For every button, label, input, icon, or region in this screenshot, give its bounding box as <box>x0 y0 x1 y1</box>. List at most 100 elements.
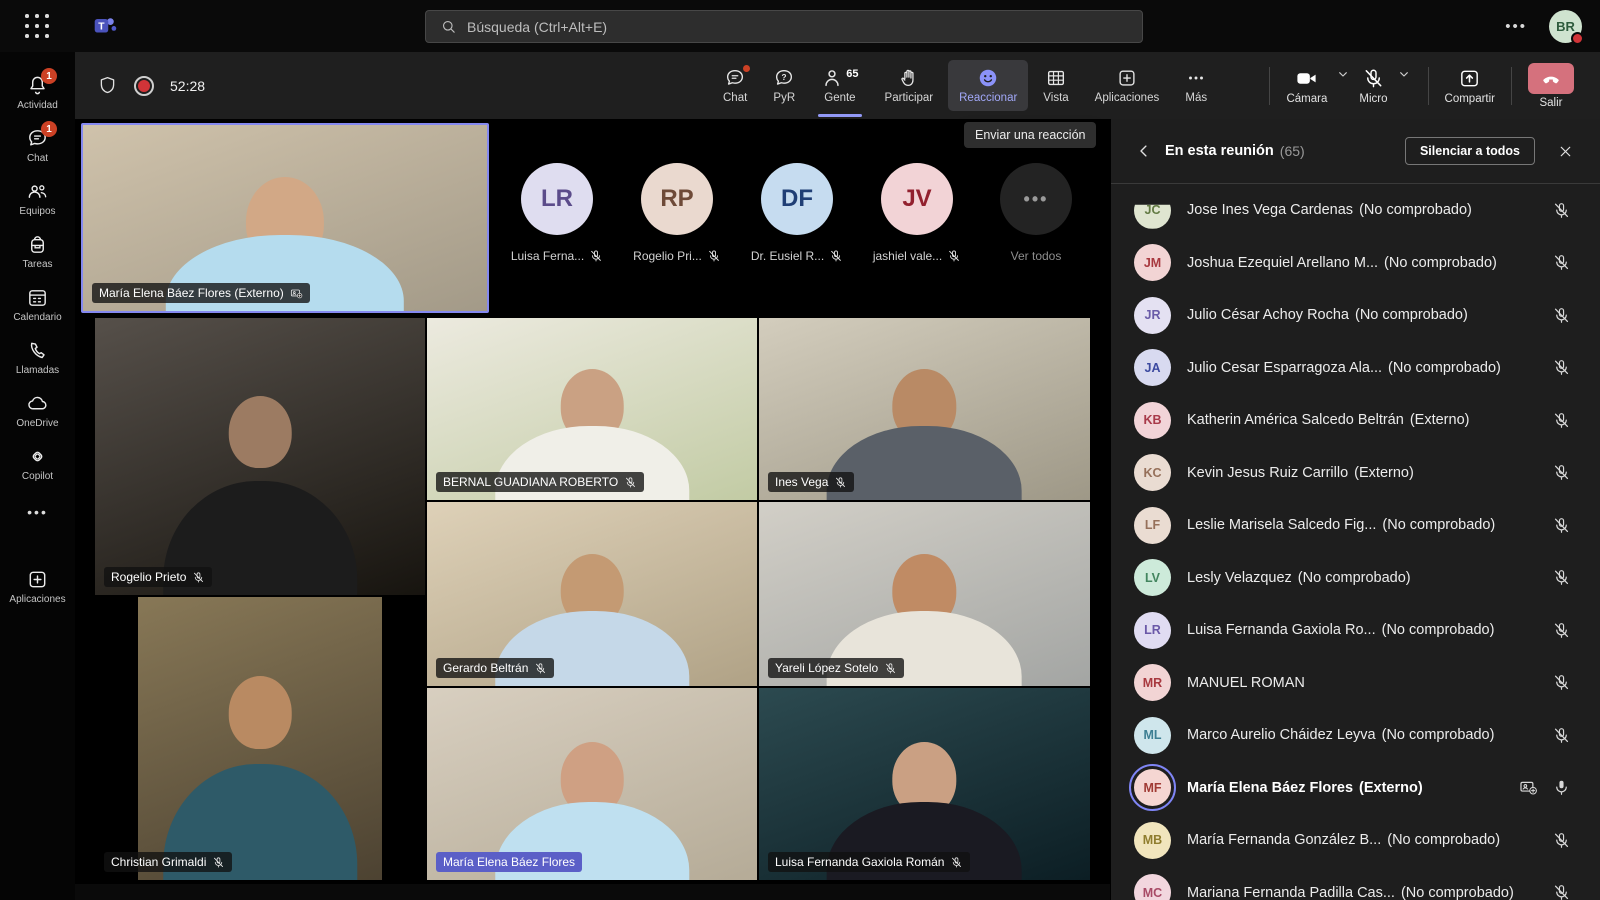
search-icon <box>440 18 457 35</box>
video-tile[interactable]: María Elena Báez Flores <box>427 688 757 880</box>
participant-row[interactable]: KB Katherin América Salcedo Beltrán (Ext… <box>1111 394 1600 447</box>
share-button[interactable]: Compartir <box>1445 67 1495 105</box>
video-tile[interactable]: BERNAL GUADIANA ROBERTO <box>427 318 757 500</box>
participant-avatar: DF <box>761 163 833 235</box>
participant-name: María Elena Báez Flores <box>1187 780 1353 796</box>
recording-indicator-icon[interactable] <box>134 76 154 96</box>
participant-row[interactable]: JM Joshua Ezequiel Arellano M... (No com… <box>1111 237 1600 290</box>
overflow-participant[interactable]: RP Rogelio Pri... <box>641 163 713 263</box>
search-input[interactable]: Búsqueda (Ctrl+Alt+E) <box>425 10 1143 43</box>
participant-name: jashiel vale... <box>873 249 961 263</box>
mute-all-button[interactable]: Silenciar a todos <box>1405 137 1535 165</box>
participant-row[interactable]: MC Mariana Fernanda Padilla Cas... (No c… <box>1111 867 1600 900</box>
participant-name: MANUEL ROMAN <box>1187 675 1305 691</box>
mic-muted-icon <box>829 249 843 263</box>
toolbar-tab-reaccionar[interactable]: Reaccionar <box>948 60 1028 111</box>
video-tile[interactable]: Christian Grimaldi <box>95 597 425 880</box>
toolbar-tab-mas[interactable]: Más <box>1172 52 1220 119</box>
participant-row[interactable]: LF Leslie Marisela Salcedo Fig... (No co… <box>1111 499 1600 552</box>
toolbar-tab-gente[interactable]: 65 Gente <box>808 52 871 119</box>
participant-avatar: LR <box>1134 612 1171 649</box>
participant-avatar: KC <box>1134 454 1171 491</box>
toolbar-tab-pyr[interactable]: PyR <box>760 52 808 119</box>
mic-muted-icon <box>589 249 603 263</box>
participant-avatar: LV <box>1134 559 1171 596</box>
sidebar-item-llamadas[interactable]: Llamadas <box>0 331 75 384</box>
participant-tag: (No comprobado) <box>1382 727 1495 743</box>
leave-button[interactable]: Salir <box>1528 63 1574 109</box>
participant-name: Julio Cesar Esparragoza Ala... <box>1187 360 1382 376</box>
participants-panel-header: En esta reunión (65) Silenciar a todos <box>1111 119 1600 183</box>
mic-on-icon <box>1552 778 1571 797</box>
mic-muted-icon <box>1552 306 1571 325</box>
participant-row[interactable]: MR MANUEL ROMAN <box>1111 657 1600 710</box>
profile-avatar[interactable]: BR <box>1549 10 1582 43</box>
panel-title: En esta reunión <box>1165 143 1274 159</box>
sidebar-item-copilot[interactable]: Copilot <box>0 437 75 490</box>
participant-row[interactable]: JC Jose Ines Vega Cardenas (No comprobad… <box>1111 184 1600 237</box>
topbar-more-button[interactable]: ••• <box>1505 18 1527 35</box>
participant-avatar: MF <box>1134 769 1171 806</box>
video-tile[interactable]: Gerardo Beltrán <box>427 502 757 686</box>
top-bar: T Búsqueda (Ctrl+Alt+E) ••• BR <box>0 0 1600 52</box>
toolbar-tab-chat[interactable]: Chat <box>710 52 760 119</box>
video-tile[interactable]: Luisa Fernanda Gaxiola Román <box>759 688 1090 880</box>
mic-dropdown-chevron[interactable] <box>1396 66 1412 82</box>
participant-row[interactable]: MB María Fernanda González B... (No comp… <box>1111 814 1600 867</box>
sidebar-item-chat[interactable]: 1 Chat <box>0 119 75 172</box>
back-chevron-icon[interactable] <box>1135 142 1153 160</box>
mic-muted-icon <box>1552 516 1571 535</box>
mic-muted-icon <box>212 856 225 869</box>
tile-name-label: María Elena Báez Flores (Externo) <box>92 283 310 303</box>
participant-row[interactable]: MF María Elena Báez Flores (Externo) <box>1111 762 1600 815</box>
close-panel-icon[interactable] <box>1557 143 1574 160</box>
participant-name: Luisa Fernanda Gaxiola Ro... <box>1187 622 1376 638</box>
video-tile[interactable]: Ines Vega <box>759 318 1090 500</box>
view-all-button[interactable]: ••• Ver todos <box>1000 163 1072 263</box>
mic-muted-icon <box>1552 673 1571 692</box>
mic-muted-icon <box>1552 883 1571 900</box>
overflow-participant[interactable]: JV jashiel vale... <box>881 163 953 263</box>
participant-avatar: KB <box>1134 402 1171 439</box>
qa-icon <box>773 67 795 89</box>
camera-button[interactable]: Cámara <box>1286 67 1327 105</box>
tile-name-label: Luisa Fernanda Gaxiola Román <box>768 852 970 872</box>
participant-row[interactable]: JR Julio César Achoy Rocha (No comprobad… <box>1111 289 1600 342</box>
apps-plus-icon <box>1116 67 1138 89</box>
sidebar-item-actividad[interactable]: 1 Actividad <box>0 66 75 119</box>
overflow-participant[interactable]: DF Dr. Eusiel R... <box>761 163 833 263</box>
participant-tag: (No comprobado) <box>1359 202 1472 218</box>
toolbar-tab-vista[interactable]: Vista <box>1030 52 1081 119</box>
toolbar-tab-participar[interactable]: Participar <box>872 52 947 119</box>
share-screen-icon <box>1458 67 1481 90</box>
overflow-participant[interactable]: LR Luisa Ferna... <box>521 163 593 263</box>
security-shield-icon[interactable] <box>97 75 118 96</box>
participant-row[interactable]: KC Kevin Jesus Ruiz Carrillo (Externo) <box>1111 447 1600 500</box>
sidebar-item-onedrive[interactable]: OneDrive <box>0 384 75 437</box>
camera-dropdown-chevron[interactable] <box>1335 66 1351 82</box>
participant-row[interactable]: LV Lesly Velazquez (No comprobado) <box>1111 552 1600 605</box>
spotlight-video-tile[interactable]: María Elena Báez Flores (Externo) <box>81 123 489 313</box>
participant-row[interactable]: JA Julio Cesar Esparragoza Ala... (No co… <box>1111 342 1600 395</box>
participants-list[interactable]: JC Jose Ines Vega Cardenas (No comprobad… <box>1111 184 1600 900</box>
status-busy-dot <box>1571 32 1584 45</box>
toolbar-tab-aplicaciones[interactable]: Aplicaciones <box>1082 52 1173 119</box>
participant-row[interactable]: LR Luisa Fernanda Gaxiola Ro... (No comp… <box>1111 604 1600 657</box>
reaction-tooltip: Enviar una reacción <box>964 122 1096 148</box>
sidebar-item-calendario[interactable]: Calendario <box>0 278 75 331</box>
sidebar-more-button[interactable]: ••• <box>0 490 75 534</box>
participant-tag: (No comprobado) <box>1401 885 1514 900</box>
video-tile[interactable]: Yareli López Sotelo <box>759 502 1090 686</box>
participant-row[interactable]: ML Marco Aurelio Cháidez Leyva (No compr… <box>1111 709 1600 762</box>
video-stage: María Elena Báez Flores (Externo) LR Lui… <box>75 119 1110 900</box>
person-silhouette <box>154 396 365 595</box>
meeting-toolbar: 52:28 Chat PyR 65 Gente Participar Reacc… <box>75 52 1600 119</box>
mic-button[interactable]: Micro <box>1359 67 1387 105</box>
app-launcher-icon[interactable] <box>24 13 50 39</box>
sidebar-item-tareas[interactable]: Tareas <box>0 225 75 278</box>
mic-muted-icon <box>834 476 847 489</box>
calendar-icon <box>26 286 49 309</box>
video-tile[interactable]: Rogelio Prieto <box>95 318 425 595</box>
sidebar-item-aplicaciones[interactable]: Aplicaciones <box>0 560 75 613</box>
sidebar-item-equipos[interactable]: Equipos <box>0 172 75 225</box>
